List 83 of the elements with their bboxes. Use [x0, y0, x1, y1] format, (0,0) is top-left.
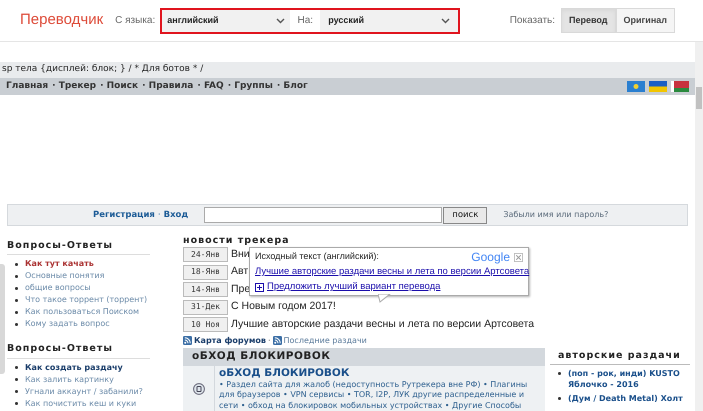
- bullet-icon: [558, 397, 561, 400]
- to-label: На:: [296, 14, 314, 28]
- search-field[interactable]: [204, 207, 442, 223]
- rss-icon: [183, 336, 192, 345]
- news-headline[interactable]: Пре: [231, 282, 250, 298]
- bullet-icon: [558, 372, 561, 376]
- bullet-icon: [15, 286, 18, 290]
- separator-dot: ·: [268, 334, 271, 346]
- bullet-icon: [15, 262, 18, 266]
- faq-link[interactable]: Как создать раздачу: [25, 362, 123, 374]
- separator-dot: ·: [158, 208, 161, 222]
- faq-link[interactable]: Как почистить кеш и куки: [25, 398, 136, 410]
- google-brand: Google: [471, 249, 510, 266]
- forum-status-icon: [192, 382, 204, 395]
- section-heading: новости трекера: [183, 235, 291, 247]
- from-label: С языка:: [115, 14, 156, 28]
- news-headline[interactable]: Лучшие авторские раздачи весны и лета по версии Артсовета: [231, 316, 534, 333]
- news-headline[interactable]: С Новым годом 2017!: [231, 299, 336, 316]
- source-language-dropdown[interactable]: английский: [162, 10, 290, 32]
- faq-link[interactable]: Угнали аккаунт / забанили?: [25, 386, 143, 398]
- nav-link[interactable]: · Блог: [276, 80, 308, 94]
- bullet-icon: [15, 390, 18, 393]
- close-icon[interactable]: [514, 252, 523, 262]
- bullet-icon: [15, 322, 18, 326]
- news-date: 24-Янв: [183, 247, 228, 262]
- chevron-down-icon: [276, 18, 286, 24]
- nav-link[interactable]: · Правила: [142, 80, 194, 94]
- view-toggle-button[interactable]: Оригинал: [616, 8, 675, 33]
- nav-link[interactable]: · Группы: [228, 80, 273, 94]
- section-heading: Вопросы-Ответы: [7, 342, 150, 358]
- section-heading: Вопросы-Ответы: [7, 239, 150, 256]
- faq-link[interactable]: Основные понятия: [25, 270, 104, 282]
- faq-link[interactable]: Как залить картинку: [25, 374, 114, 386]
- news-headline[interactable]: Авт: [231, 264, 248, 280]
- forum-title-link[interactable]: оБХОД БЛОКИРОВОК: [219, 366, 543, 380]
- news-date: 18-Янв: [183, 264, 228, 280]
- register-link[interactable]: Регистрация: [93, 208, 155, 222]
- login-link[interactable]: Вход: [164, 208, 188, 222]
- bullet-icon: [15, 402, 18, 405]
- category-title: оБХОД БЛОКИРОВОК: [192, 348, 330, 364]
- faq-link[interactable]: общие вопросы: [25, 282, 91, 294]
- nav-link[interactable]: · Поиск: [100, 80, 138, 94]
- scrollbar-thumb[interactable]: [696, 87, 702, 109]
- source-text-link[interactable]: Лучшие авторские раздачи весны и лета по версии Артсовета: [255, 265, 530, 279]
- faq-link[interactable]: Как пользоваться Поиском: [25, 306, 140, 318]
- nav-link[interactable]: Главная: [6, 80, 48, 94]
- faq-link[interactable]: Как тут качать: [25, 258, 94, 270]
- news-date: 31-Дек: [183, 300, 228, 315]
- popup-label: Исходный текст (английский):: [255, 250, 379, 264]
- news-headline[interactable]: Вни: [231, 246, 250, 263]
- forum-map-link[interactable]: Карта форумов: [194, 334, 266, 346]
- release-link[interactable]: (Дум / Death Metal) Холт: [568, 393, 683, 404]
- news-date: 10 Ноя: [183, 317, 228, 332]
- flag-icon[interactable]: [671, 81, 689, 92]
- rss-icon: [272, 336, 282, 345]
- faq-link[interactable]: Кому задать вопрос: [25, 318, 110, 330]
- target-language-dropdown[interactable]: русский: [320, 10, 458, 32]
- show-label: Показать:: [510, 14, 556, 28]
- bullet-icon: [15, 274, 18, 278]
- bullet-icon: [15, 298, 18, 302]
- search-button[interactable]: поиск: [443, 206, 488, 224]
- news-date: 14-Янв: [183, 282, 228, 298]
- latest-releases-link[interactable]: Последние раздачи: [284, 334, 367, 346]
- flag-icon[interactable]: [649, 81, 667, 92]
- release-link[interactable]: (поп - рок, инди) KUSTO Яблочко - 2016: [568, 368, 690, 390]
- faq-link[interactable]: Что такое торрент (торрент): [25, 294, 148, 306]
- plus-icon[interactable]: [255, 282, 264, 292]
- side-panel-handle[interactable]: [0, 264, 5, 374]
- app-title: Переводчик: [20, 10, 104, 30]
- section-heading: авторские раздачи: [550, 349, 690, 366]
- subforum-list[interactable]: • Раздел сайта для жалоб (недоступность Рутрекера вне РФ) • Плагины для браузеров • VPN сервисы • TOR, I2P, ЛУК другие распределенные и сети • обход на блокировок мобильных устройствах • Другие Способы: [219, 380, 543, 411]
- flag-icon[interactable]: [627, 81, 645, 92]
- bullet-icon: [15, 378, 18, 381]
- bullet-icon: [15, 366, 18, 369]
- css-text-line: sp тела {дисплей: блок; } / * Для ботов * /: [2, 63, 204, 76]
- chevron-down-icon: [441, 18, 450, 24]
- bullet-icon: [15, 310, 18, 314]
- view-toggle-button[interactable]: Перевод: [561, 8, 616, 33]
- nav-link[interactable]: · Трекер: [52, 80, 96, 94]
- forgot-password-link[interactable]: Забыли имя или пароль?: [503, 209, 608, 221]
- nav-link[interactable]: · FAQ: [197, 80, 224, 94]
- scrollbar[interactable]: [695, 42, 703, 411]
- suggest-translation-link[interactable]: Предложить лучший вариант перевода: [267, 280, 440, 294]
